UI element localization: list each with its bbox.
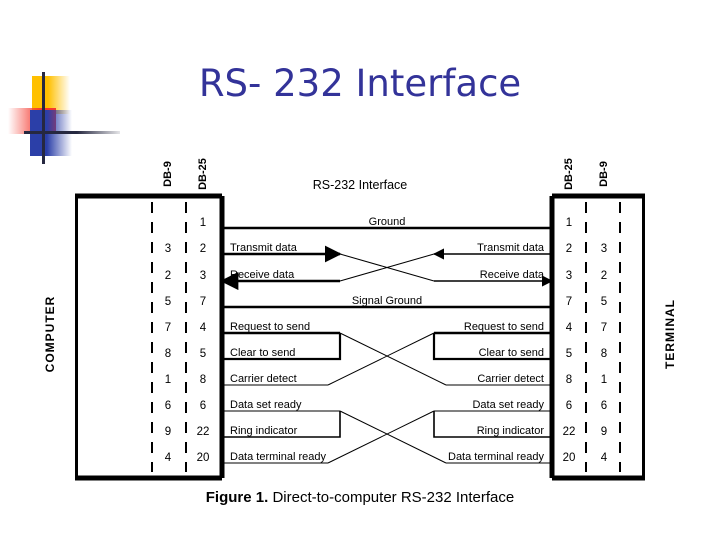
- rs232-figure: COMPUTER TERMINAL DB-9 DB-25 DB-25 DB-9 RS-…: [0, 0, 720, 540]
- right-connector-header-db25: DB-25: [563, 158, 575, 190]
- signal-label-left-1: Transmit data: [230, 242, 297, 254]
- pin-right-db9-6: 1: [600, 374, 608, 386]
- signal-label-left-2: Receive data: [230, 269, 295, 281]
- pin-left-db25-5: 5: [199, 348, 207, 360]
- pin-right-db9-4: 7: [600, 322, 608, 334]
- pin-right-db25-4: 4: [565, 322, 573, 334]
- pin-right-db25-1: 2: [565, 243, 573, 255]
- signal-label-right-4: Request to send: [463, 321, 544, 333]
- pin-left-db9-7: 6: [164, 400, 172, 412]
- right-connector-header-db9: DB-9: [598, 161, 610, 187]
- pin-left-db25-0: 1: [199, 217, 207, 229]
- pin-right-db9-9: 4: [600, 452, 608, 464]
- pin-left-db25-8: 22: [196, 426, 210, 438]
- figure-caption-text: Direct-to-computer RS-232 Interface: [272, 489, 515, 506]
- diagram-title: RS-232 Interface: [312, 178, 408, 192]
- signal-label-right-5: Clear to send: [478, 347, 544, 359]
- signal-label-left-9: Data terminal ready: [230, 451, 326, 463]
- pin-left-db25-9: 20: [196, 452, 210, 464]
- pin-right-db9-7: 6: [600, 400, 608, 412]
- signal-label-right-8: Ring indicator: [476, 425, 544, 437]
- pin-left-db25-3: 7: [199, 296, 207, 308]
- signal-label-right-1: Transmit data: [477, 242, 544, 254]
- signal-label-right-6: Carrier detect: [477, 373, 544, 385]
- pin-left-db9-3: 5: [164, 296, 172, 308]
- pin-left-db25-7: 6: [199, 400, 207, 412]
- pin-right-db25-2: 3: [565, 270, 573, 282]
- pin-right-db9-2: 2: [600, 270, 608, 282]
- signal-name-centered-3: Signal Ground: [351, 295, 423, 307]
- pin-left-db9-4: 7: [164, 322, 172, 334]
- signal-label-left-8: Ring indicator: [230, 425, 298, 437]
- signal-label-right-7: Data set ready: [472, 399, 544, 411]
- signal-label-left-4: Request to send: [230, 321, 311, 333]
- pin-left-db9-2: 2: [164, 270, 172, 282]
- pin-right-db9-3: 5: [600, 296, 608, 308]
- figure-caption: Figure 1. Direct-to-computer RS-232 Inte…: [0, 489, 720, 506]
- signal-label-right-9: Data terminal ready: [448, 451, 544, 463]
- left-connector-header-db25: DB-25: [197, 158, 209, 190]
- pin-right-db9-5: 8: [600, 348, 608, 360]
- pin-right-db25-0: 1: [565, 217, 573, 229]
- pin-left-db9-6: 1: [164, 374, 172, 386]
- signal-label-left-6: Carrier detect: [230, 373, 297, 385]
- pin-left-db25-1: 2: [199, 243, 207, 255]
- left-connector-header-db9: DB-9: [162, 161, 174, 187]
- left-side-label: COMPUTER: [43, 295, 57, 373]
- pin-right-db25-9: 20: [562, 452, 576, 464]
- pin-left-db25-4: 4: [199, 322, 207, 334]
- pin-left-db9-9: 4: [164, 452, 172, 464]
- pin-left-db25-6: 8: [199, 374, 207, 386]
- pin-right-db9-1: 3: [600, 243, 608, 255]
- pin-right-db25-5: 5: [565, 348, 573, 360]
- pin-right-db25-3: 7: [565, 296, 573, 308]
- pin-left-db9-8: 9: [164, 426, 172, 438]
- right-side-label: TERMINAL: [663, 299, 677, 369]
- signal-label-right-2: Receive data: [479, 269, 544, 281]
- signal-name-centered-0: Ground: [368, 216, 406, 228]
- pin-left-db9-1: 3: [164, 243, 172, 255]
- pin-left-db9-5: 8: [164, 348, 172, 360]
- pin-left-db25-2: 3: [199, 270, 207, 282]
- figure-caption-prefix: Figure 1.: [205, 489, 269, 506]
- signal-label-left-5: Clear to send: [230, 347, 296, 359]
- pin-right-db9-8: 9: [600, 426, 608, 438]
- pin-right-db25-8: 22: [562, 426, 576, 438]
- pin-right-db25-6: 8: [565, 374, 573, 386]
- signal-label-left-7: Data set ready: [230, 399, 302, 411]
- pin-right-db25-7: 6: [565, 400, 573, 412]
